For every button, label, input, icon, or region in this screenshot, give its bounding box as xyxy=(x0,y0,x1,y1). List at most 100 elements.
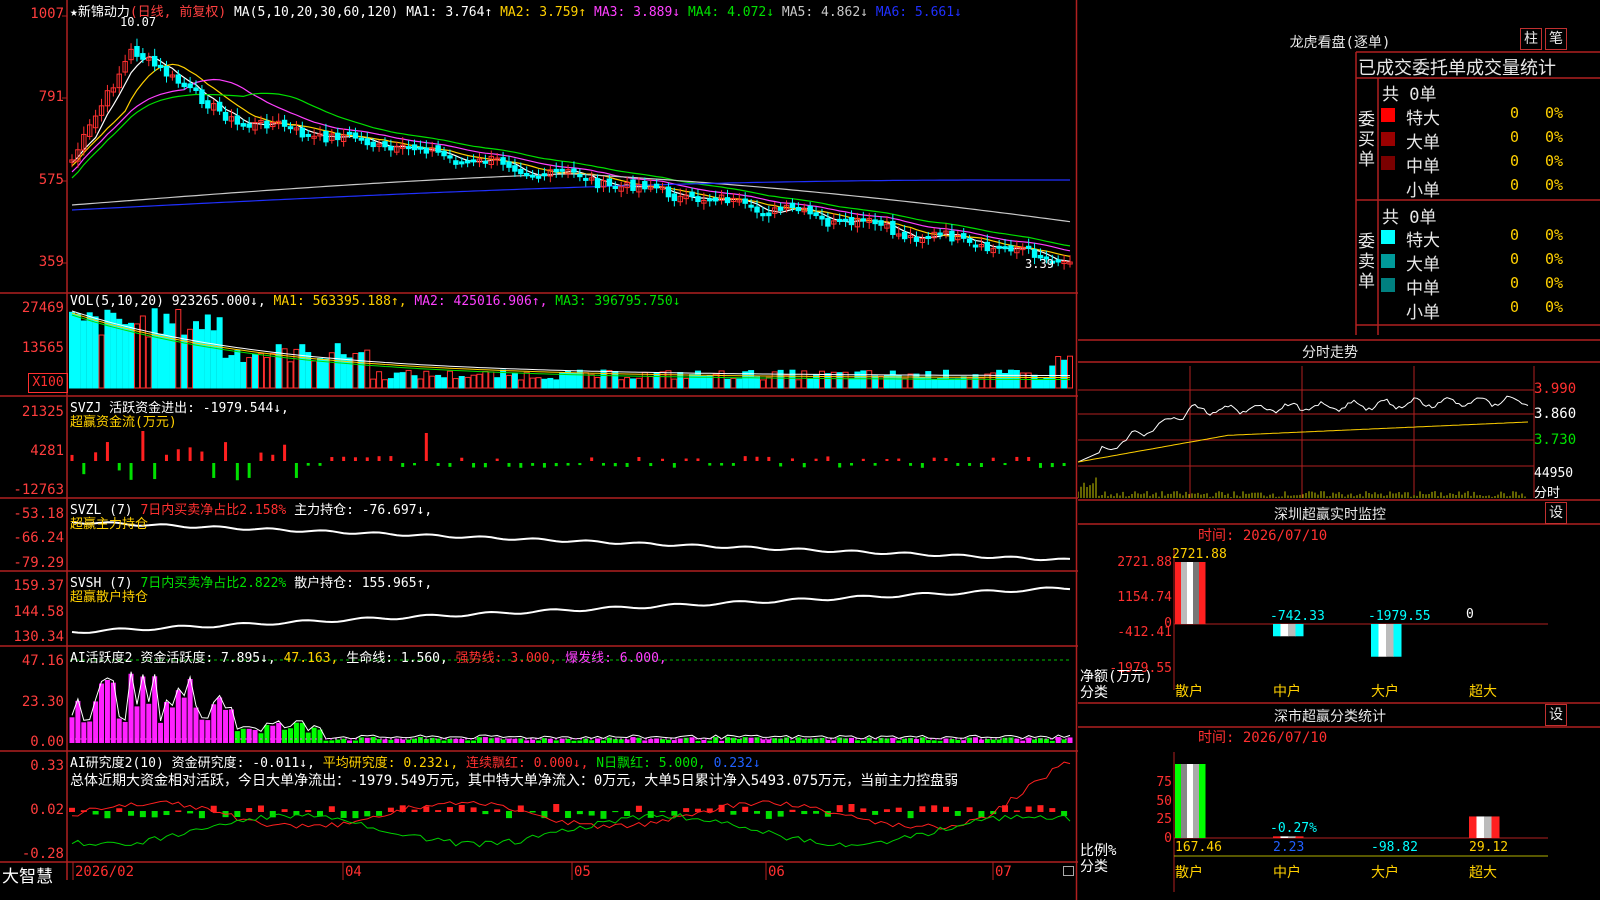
vol-unit-box[interactable]: X100 xyxy=(28,373,68,393)
vol-axis-1: 27469 xyxy=(21,300,64,316)
volume-bars xyxy=(69,308,1073,389)
ai-active-bar xyxy=(370,737,376,743)
candle-body xyxy=(996,245,1002,249)
volume-bar xyxy=(925,371,932,389)
volume-bar xyxy=(157,333,164,389)
vol-ma2: MA2: 425016.906↑, xyxy=(414,294,548,309)
ai-research-bar xyxy=(883,809,890,812)
volume-bar xyxy=(458,376,465,389)
intraday-chart[interactable] xyxy=(1078,362,1538,500)
order-percent: 0% xyxy=(1545,152,1564,170)
ai-active-bar xyxy=(925,740,931,743)
ai-active-bar xyxy=(81,722,87,743)
ai-research-bar xyxy=(340,811,347,818)
order-percent: 0% xyxy=(1545,250,1564,268)
volume-bar xyxy=(724,378,731,389)
volume-bar xyxy=(511,372,518,389)
candle-body xyxy=(583,177,589,181)
ai-research-header: AI研究度2(10) 资金研究度: -0.011↓, 平均研究度: 0.232↓… xyxy=(70,752,761,771)
ai-active-bar xyxy=(347,740,353,743)
ai-research-bar xyxy=(482,811,489,815)
svzj-bar xyxy=(235,463,239,481)
volume-bar xyxy=(635,377,642,389)
svzj-axis-2: 4281 xyxy=(30,443,64,459)
ai-research-bar xyxy=(187,811,194,814)
svzj-bar xyxy=(649,463,653,467)
sz-monitor-settings-button[interactable]: 设 xyxy=(1545,502,1567,524)
ai-active-bar xyxy=(99,683,105,743)
svzj-bar xyxy=(873,463,877,466)
volume-bar xyxy=(553,379,560,389)
svzj-bar xyxy=(401,463,405,467)
ai-research-bar xyxy=(387,807,394,812)
favorite-star-icon[interactable]: ★ xyxy=(70,5,78,20)
ai-active-v4: 强势线: 3.000, xyxy=(455,651,558,666)
volume-bar xyxy=(381,379,388,389)
candle-body xyxy=(972,244,979,248)
sell-side-label: 委卖单 xyxy=(1358,232,1375,292)
volume-bar xyxy=(169,323,176,389)
ai-active-v2: 47.163, xyxy=(283,651,339,666)
volume-bar xyxy=(281,348,288,389)
bar-mode-button[interactable]: 柱 xyxy=(1520,28,1542,50)
ai-active-bar xyxy=(293,722,299,743)
air-axis-3: -0.28 xyxy=(21,846,64,862)
ai-research-bar xyxy=(600,811,607,819)
order-size-swatch xyxy=(1381,108,1395,122)
ai-active-v1: 资金活跃度: 7.895↓, xyxy=(140,651,276,666)
brand-logo[interactable]: 大智慧 xyxy=(2,862,53,887)
svzj-bars xyxy=(70,431,1066,481)
ai-active-bar xyxy=(335,739,341,743)
svzj-bar xyxy=(448,463,452,467)
ai-active-bar xyxy=(258,733,264,743)
sz-class-settings-button[interactable]: 设 xyxy=(1545,704,1567,726)
svzj-bar xyxy=(212,463,216,478)
ai-research-bar xyxy=(848,804,855,812)
order-size-label: 大单 xyxy=(1406,133,1440,153)
intraday-volume-bars xyxy=(1078,477,1526,498)
tick-mode-button[interactable]: 笔 xyxy=(1545,28,1567,50)
sz-monitor-title: 深圳超赢实时监控 xyxy=(1274,507,1386,523)
candle-body xyxy=(234,115,241,125)
volume-bar xyxy=(535,377,542,389)
air-axis-1: 0.33 xyxy=(30,758,64,774)
ai-research-bar xyxy=(588,811,595,816)
svzj-bar xyxy=(601,463,605,466)
ai-active-bar xyxy=(417,737,423,743)
lock-icon[interactable] xyxy=(1063,866,1074,876)
sz-monitor-bar-segment xyxy=(1175,562,1182,624)
ai-active-bar xyxy=(589,740,595,743)
candle-body xyxy=(695,196,701,203)
candle-body xyxy=(689,191,695,198)
volume-bar xyxy=(565,370,572,389)
svsh-axis-2: 144.58 xyxy=(13,604,64,620)
svzj-bar xyxy=(377,456,381,461)
ai-active-bar xyxy=(701,739,707,743)
date-label-2: 04 xyxy=(345,864,362,880)
candle-body xyxy=(453,160,459,165)
order-size-swatch xyxy=(1381,254,1395,268)
volume-bar xyxy=(801,370,808,389)
candle-body xyxy=(1025,245,1032,249)
ai-active-bar xyxy=(553,740,559,743)
sz-class-bar-segment xyxy=(1273,836,1281,838)
ai-active-bar xyxy=(122,721,128,743)
vol-title: VOL(5,10,20) xyxy=(70,294,164,309)
volume-bar xyxy=(848,378,855,389)
svzj-bar xyxy=(684,458,688,461)
volume-bar xyxy=(624,377,631,389)
sz-class-title: 深市超赢分类统计 xyxy=(1274,709,1386,725)
volume-bar xyxy=(878,375,885,389)
volume-bar xyxy=(505,374,512,389)
ai-research-bar xyxy=(895,807,902,812)
candle-body xyxy=(653,183,660,189)
volume-bar xyxy=(777,369,784,389)
sz-class-bottom-value: 167.46 xyxy=(1175,840,1222,855)
volume-bar xyxy=(931,379,938,389)
order-size-label: 小单 xyxy=(1406,303,1440,323)
svzl-value: 主力持仓: -76.697↓, xyxy=(294,503,433,518)
svzj-bar xyxy=(413,463,417,466)
ai-research-bar xyxy=(813,811,820,814)
ai-research-bar xyxy=(1025,806,1032,812)
svzj-bar xyxy=(554,463,558,467)
